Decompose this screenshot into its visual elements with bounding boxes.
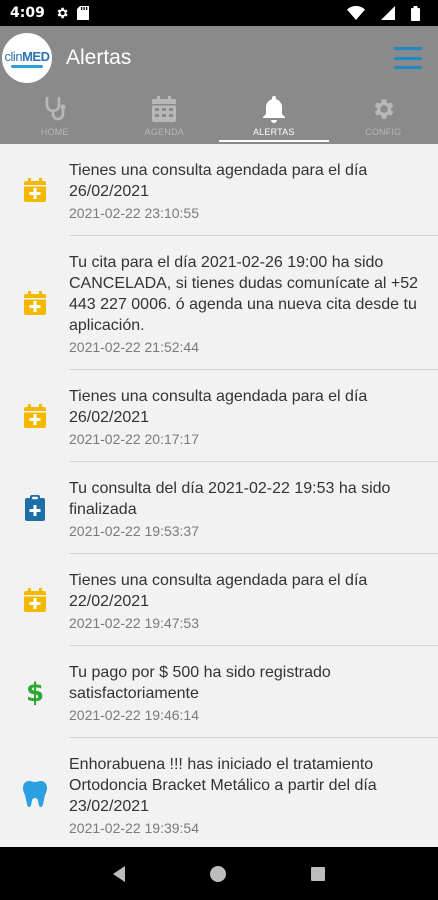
home-icon[interactable]	[209, 865, 226, 882]
calendar-plus-icon	[0, 554, 69, 646]
tab-home-label: HOME	[40, 127, 69, 137]
alert-message: Tienes una consulta agendada para el día…	[69, 162, 368, 200]
clipboard-plus-icon	[0, 462, 69, 554]
alert-message: Tu pago por $ 500 ha sido registrado sat…	[69, 664, 331, 702]
alert-date: 2021-02-22 20:17:17	[69, 431, 199, 447]
sd-card-icon	[76, 6, 89, 20]
status-time: 4:09	[10, 5, 45, 21]
alert-item[interactable]: Tienes una consulta agendada para el día…	[0, 144, 438, 236]
tab-agenda-label: AGENDA	[144, 127, 184, 137]
alert-message: Enhorabuena !!! has iniciado el tratamie…	[69, 756, 377, 815]
alert-message: Tu consulta del día 2021-02-22 19:53 ha …	[69, 480, 391, 518]
tab-config-label: CONFIG	[365, 127, 402, 137]
alert-item[interactable]: Tu cita para el día 2021-02-26 19:00 ha …	[0, 236, 438, 370]
alert-date: 2021-02-22 23:10:55	[69, 205, 199, 221]
tab-alertas[interactable]: ALERTAS	[219, 90, 329, 144]
alert-date: 2021-02-22 21:52:44	[69, 339, 199, 355]
alert-date: 2021-02-22 19:47:53	[69, 615, 199, 631]
tab-alertas-label: ALERTAS	[252, 127, 295, 137]
settings-notification-icon	[55, 6, 69, 20]
alert-item[interactable]: $ Tu pago por $ 500 ha sido registrado s…	[0, 646, 438, 738]
dollar-icon: $	[0, 646, 69, 738]
gear-icon	[370, 95, 396, 123]
back-icon[interactable]	[112, 865, 125, 882]
alert-message: Tu cita para el día 2021-02-26 19:00 ha …	[69, 254, 419, 334]
tab-bar: HOME AGENDA ALERTAS CONFIG	[0, 90, 438, 144]
alert-message: Tienes una consulta agendada para el día…	[69, 388, 368, 426]
svg-text:$: $	[26, 678, 44, 706]
alert-item[interactable]: Tienes una consulta agendada para el día…	[0, 554, 438, 646]
tab-config[interactable]: CONFIG	[329, 90, 438, 144]
logo-text-med: MED	[22, 48, 50, 64]
alerts-list[interactable]: Tienes una consulta agendada para el día…	[0, 144, 438, 847]
alert-item[interactable]: Enhorabuena !!! has iniciado el tratamie…	[0, 738, 438, 847]
battery-icon	[411, 5, 420, 21]
recent-apps-icon[interactable]	[311, 866, 326, 881]
alert-date: 2021-02-22 19:39:54	[69, 820, 199, 836]
stethoscope-icon	[42, 95, 68, 123]
alert-item[interactable]: Tu consulta del día 2021-02-22 19:53 ha …	[0, 462, 438, 554]
alert-message: Tienes una consulta agendada para el día…	[69, 572, 368, 610]
calendar-plus-icon	[0, 236, 69, 370]
signal-icon	[381, 6, 395, 20]
tooth-icon	[0, 738, 69, 847]
calendar-icon	[152, 95, 177, 123]
wifi-icon	[347, 6, 365, 20]
alert-date: 2021-02-22 19:46:14	[69, 707, 199, 723]
status-bar: 4:09	[0, 0, 438, 26]
logo-text-clin: clin	[4, 48, 23, 64]
tab-agenda[interactable]: AGENDA	[110, 90, 220, 144]
page-title: Alertas	[66, 46, 132, 69]
calendar-plus-icon	[0, 144, 69, 236]
bell-icon	[262, 95, 286, 123]
calendar-plus-icon	[0, 370, 69, 462]
system-nav-bar	[0, 847, 438, 900]
hamburger-menu-icon[interactable]	[394, 47, 422, 69]
alert-item[interactable]: Tienes una consulta agendada para el día…	[0, 370, 438, 462]
app-bar: clinMED Alertas	[0, 26, 438, 90]
tab-home[interactable]: HOME	[0, 90, 110, 144]
alert-date: 2021-02-22 19:53:37	[69, 523, 199, 539]
clinmed-logo: clinMED	[2, 33, 52, 83]
